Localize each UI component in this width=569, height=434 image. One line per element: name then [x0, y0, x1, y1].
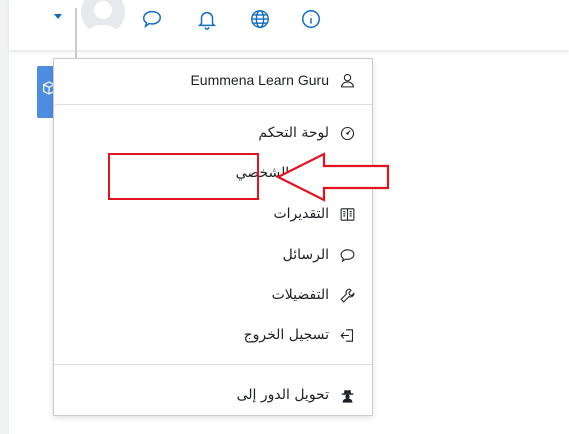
top-navbar [9, 0, 569, 66]
grades-icon [338, 205, 356, 223]
user-avatar[interactable] [81, 0, 125, 42]
left-drawer-edge [0, 0, 9, 434]
bell-icon[interactable] [193, 5, 221, 33]
menu-item-username[interactable]: Eummena Learn Guru [190, 66, 356, 94]
chat-icon[interactable] [138, 5, 166, 33]
menu-item-logout[interactable]: تسجيل الخروج [244, 321, 356, 349]
menu-item-messages[interactable]: الرسائل [283, 241, 356, 269]
menu-item-label: التفضيلات [271, 287, 329, 303]
user-menu-caret-icon[interactable] [54, 14, 62, 19]
menu-item-label: الرسائل [282, 247, 329, 263]
menu-item-dashboard[interactable]: لوحة التحكم [258, 119, 356, 147]
menu-divider [54, 364, 372, 365]
annotation-arrow-icon [276, 152, 390, 202]
username-label: Eummena Learn Guru [190, 72, 329, 88]
globe-icon[interactable] [246, 5, 274, 33]
highlight-box [108, 153, 259, 200]
menu-item-switch-role[interactable]: تحويل الدور إلى [237, 381, 356, 409]
menu-item-preferences[interactable]: التفضيلات [272, 281, 356, 309]
wrench-icon [338, 286, 356, 304]
logout-icon [338, 326, 356, 344]
menu-item-grades[interactable]: التقديرات [273, 200, 356, 228]
user-icon [338, 71, 356, 89]
menu-item-label: تسجيل الخروج [243, 327, 329, 343]
info-icon[interactable] [297, 5, 325, 33]
menu-item-label: لوحة التحكم [258, 125, 329, 141]
user-secret-icon [338, 386, 356, 404]
menu-divider [54, 104, 372, 105]
menu-item-label: التقديرات [273, 206, 329, 222]
menu-item-label: تحويل الدور إلى [236, 387, 329, 403]
user-dropdown-menu: Eummena Learn Guru لوحة التحكم الملف الش… [53, 58, 373, 416]
dashboard-icon [338, 124, 356, 142]
message-icon [338, 246, 356, 264]
